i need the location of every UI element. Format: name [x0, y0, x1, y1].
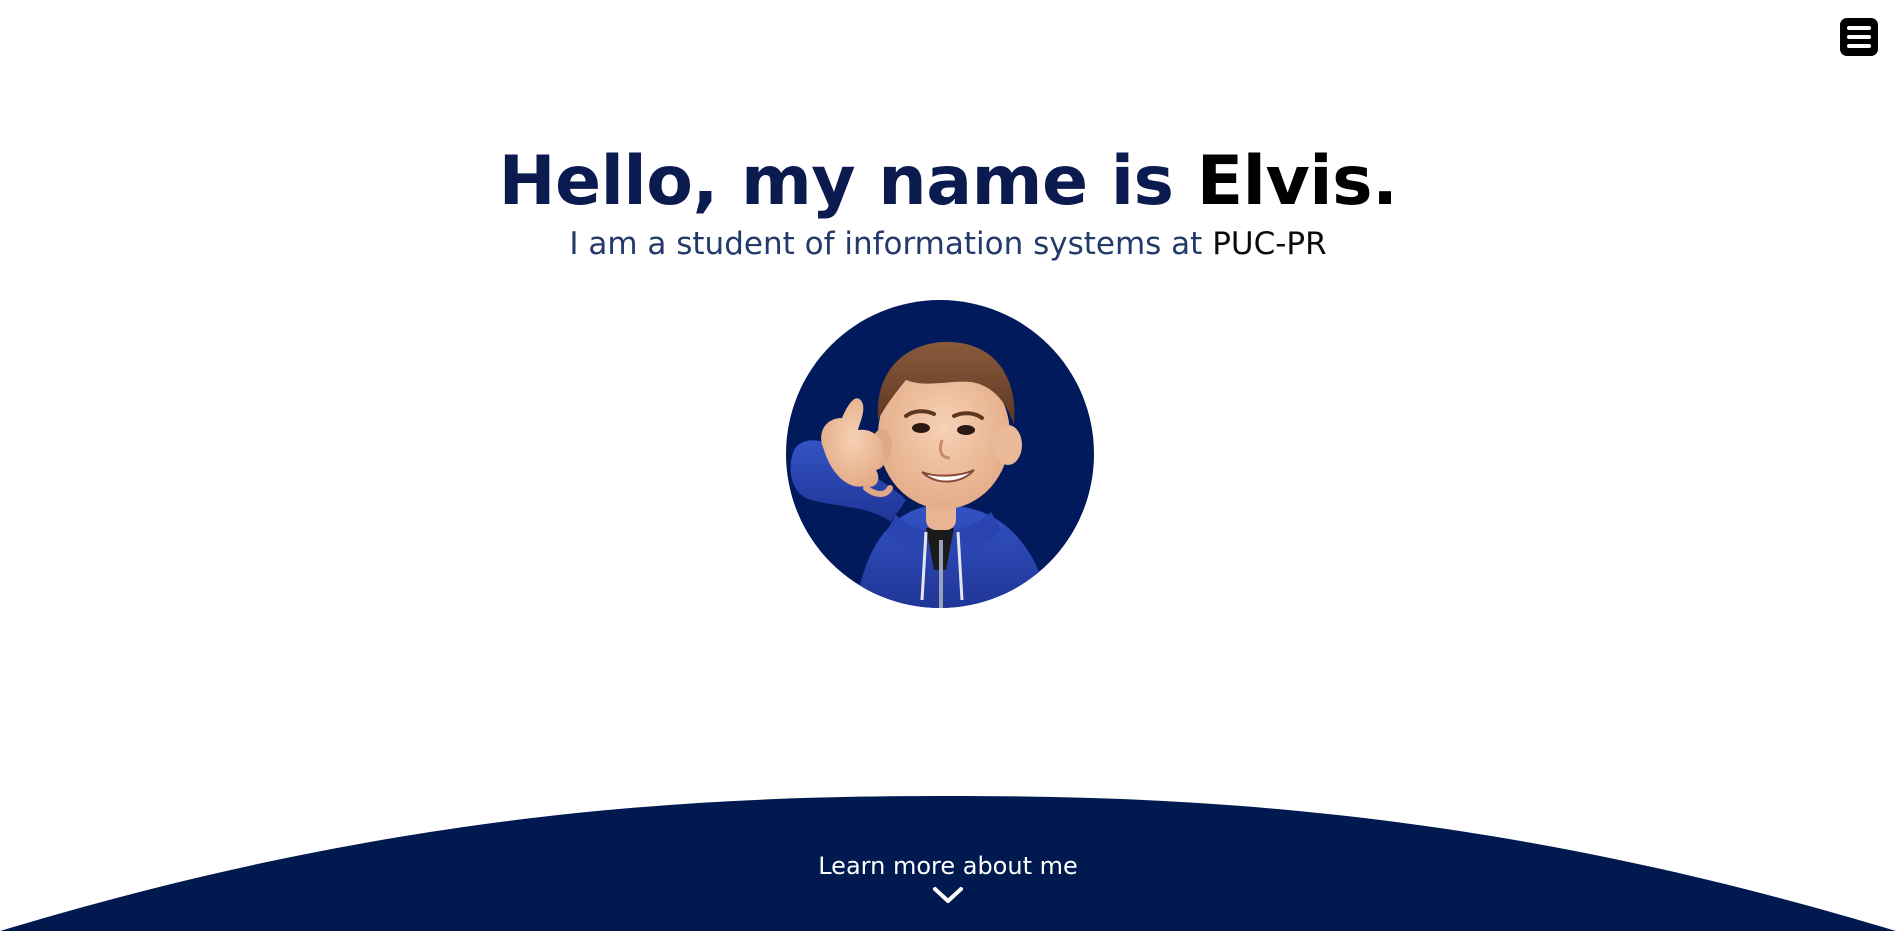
hero-subtitle: I am a student of information systems at… [0, 224, 1896, 264]
page: Hello, my name is Elvis. I am a student … [0, 0, 1896, 931]
hero-title-prefix: Hello, my name is [498, 142, 1197, 221]
chevron-down-icon [933, 887, 963, 903]
learn-more-label: Learn more about me [818, 852, 1078, 880]
hero-title: Hello, my name is Elvis. [0, 140, 1896, 224]
hero-section: Hello, my name is Elvis. I am a student … [0, 140, 1896, 264]
menu-button[interactable] [1840, 18, 1878, 56]
hamburger-menu-icon-bar [1847, 44, 1871, 48]
learn-more-button[interactable]: Learn more about me [0, 850, 1896, 906]
avatar [786, 300, 1094, 608]
hero-subtitle-school: PUC-PR [1212, 226, 1327, 262]
hero-subtitle-prefix: I am a student of information systems at [569, 226, 1213, 262]
hero-title-name: Elvis. [1196, 142, 1398, 221]
hamburger-menu-icon-bar [1847, 35, 1871, 39]
hamburger-menu-icon-bar [1847, 26, 1871, 30]
